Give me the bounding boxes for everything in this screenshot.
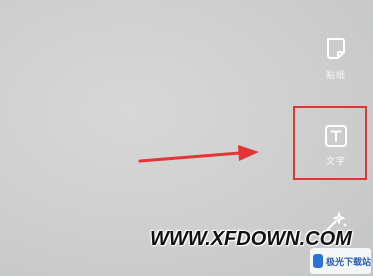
sticker-tool-label: 贴纸: [325, 70, 346, 80]
video-editor-screen: 贴纸 文字 WWW.XFDOWN.COM 极光下载站: [0, 0, 373, 276]
text-tool-highlight-box: [293, 106, 367, 180]
site-logo: 极光下载站: [310, 248, 371, 274]
sticker-tool-button[interactable]: 贴纸: [318, 36, 354, 81]
logo-text: 极光下载站: [325, 256, 371, 267]
logo-icon: [313, 254, 323, 268]
pointer-arrow: [138, 145, 259, 163]
sticker-icon: [327, 38, 345, 59]
